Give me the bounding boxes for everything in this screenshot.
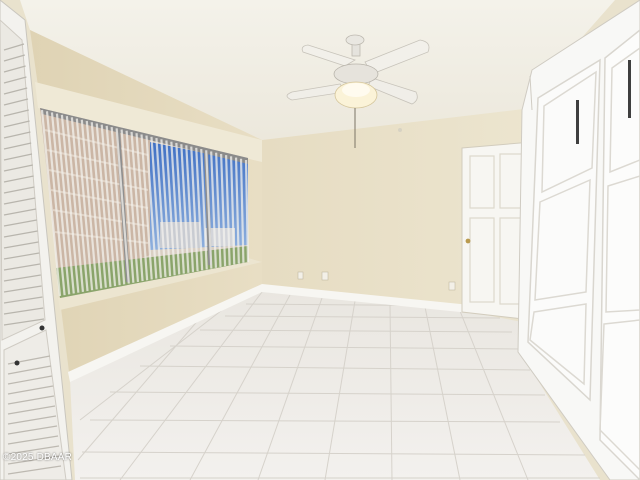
door-hinge <box>14 360 20 366</box>
wall-outlet <box>448 281 456 291</box>
photo-watermark: ©2025 DBAAR <box>3 452 73 463</box>
door-hinge <box>39 325 45 331</box>
sprinkler-head <box>398 128 402 132</box>
wall-outlet <box>321 271 329 281</box>
cabinet-handle[interactable] <box>628 60 631 118</box>
cabinet-handle[interactable] <box>576 100 579 144</box>
wall-outlet <box>297 271 304 280</box>
door-knob[interactable] <box>465 238 471 244</box>
room-photo: ©2025 DBAAR <box>0 0 640 480</box>
room-illustration <box>0 0 640 480</box>
